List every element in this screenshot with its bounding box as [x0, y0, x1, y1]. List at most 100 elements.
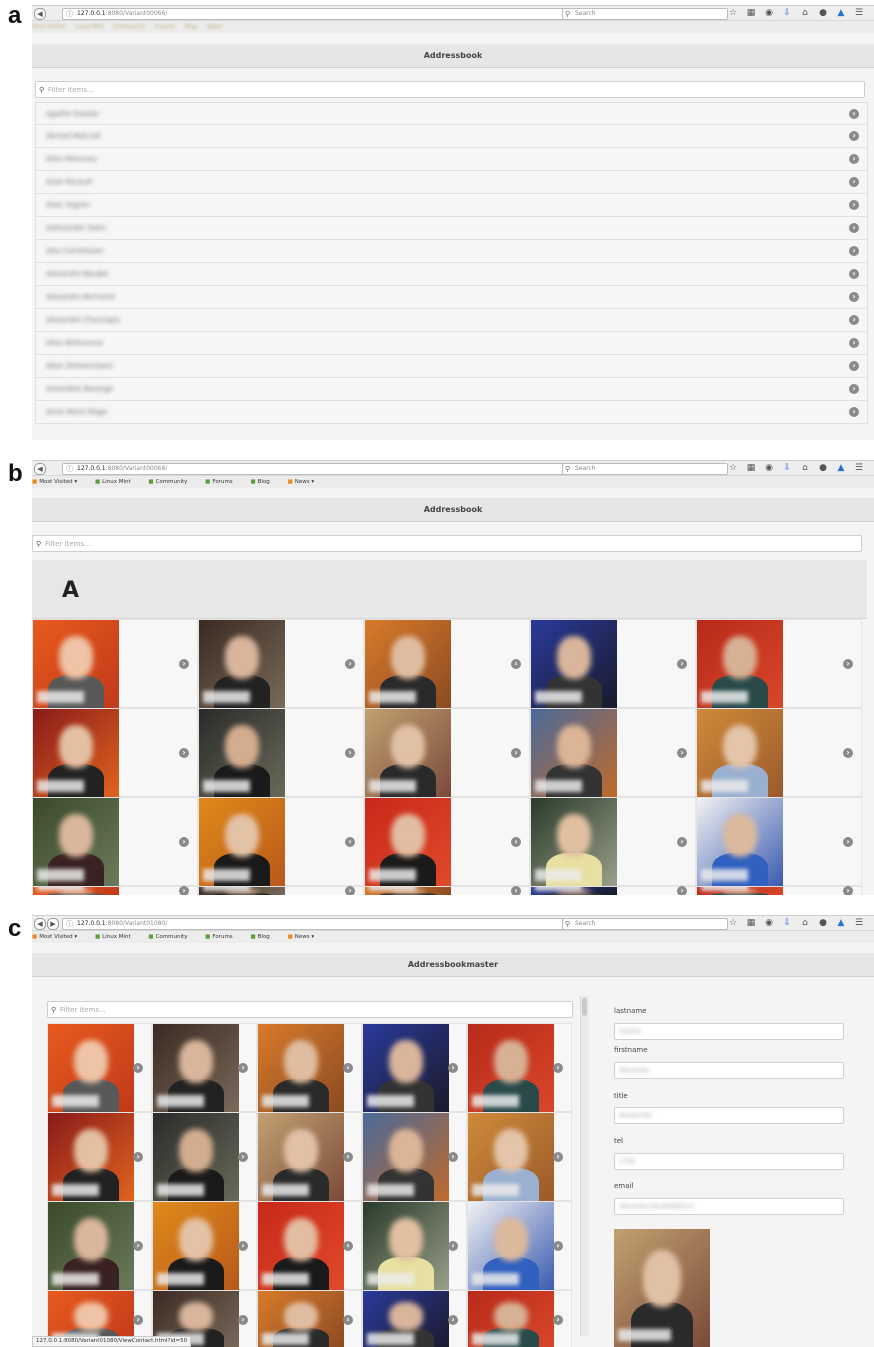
contact-card[interactable]: › — [198, 619, 364, 709]
sync-icon[interactable]: ▲ — [832, 462, 850, 474]
chevron-right-circle-icon[interactable]: › — [677, 886, 687, 895]
scrollbar[interactable] — [580, 996, 589, 1336]
chat-icon[interactable]: ● — [814, 917, 832, 929]
contact-card[interactable]: › — [696, 886, 862, 895]
chevron-right-circle-icon[interactable]: › — [849, 246, 859, 256]
bookmark-forums[interactable]: ■ Forums — [205, 934, 241, 940]
contact-card[interactable]: › — [32, 886, 198, 895]
chevron-right-circle-icon[interactable]: › — [849, 384, 859, 394]
contact-card[interactable]: › — [47, 1201, 152, 1291]
bookmark-item[interactable]: News — [207, 24, 222, 30]
bookmark-most-visited[interactable]: ■ Most Visited ▾ — [32, 934, 85, 940]
download-icon[interactable]: ⇩ — [778, 7, 796, 19]
chevron-right-circle-icon[interactable]: › — [133, 1240, 143, 1251]
download-icon[interactable]: ⇩ — [778, 917, 796, 929]
list-item[interactable]: Alexandre Bertrand › — [35, 286, 868, 309]
chevron-right-circle-icon[interactable]: › — [179, 836, 189, 847]
chevron-right-circle-icon[interactable]: › — [345, 747, 355, 758]
chevron-right-circle-icon[interactable]: › — [849, 407, 859, 417]
contact-card[interactable]: › — [257, 1201, 362, 1291]
search-box[interactable]: ⚲ Search — [562, 463, 728, 475]
contact-card[interactable]: › — [257, 1023, 362, 1113]
chevron-right-circle-icon[interactable]: › — [677, 836, 687, 847]
chevron-right-circle-icon[interactable]: › — [849, 315, 859, 325]
contact-card[interactable]: › — [362, 1201, 467, 1291]
contact-card[interactable]: › — [257, 1290, 362, 1347]
list-item[interactable]: Alexandre Chauviges › — [35, 309, 868, 332]
filter-input[interactable]: ⚲ Filter items... — [35, 81, 865, 98]
sync-icon[interactable]: ▲ — [832, 917, 850, 929]
chevron-right-circle-icon[interactable]: › — [345, 886, 355, 895]
tel-field[interactable]: 2728 — [614, 1153, 844, 1170]
contact-card[interactable]: › — [364, 619, 530, 709]
email-field[interactable]: alexandre.baudet@list.lu — [614, 1198, 844, 1215]
chevron-right-circle-icon[interactable]: › — [238, 1315, 248, 1325]
contact-card[interactable]: › — [364, 886, 530, 895]
contact-card[interactable]: › — [467, 1112, 572, 1202]
chevron-right-circle-icon[interactable]: › — [345, 658, 355, 669]
chevron-right-circle-icon[interactable]: › — [511, 836, 521, 847]
bookmark-community[interactable]: ■ Community — [148, 934, 195, 940]
chevron-right-circle-icon[interactable]: › — [511, 886, 521, 895]
contact-card[interactable]: › — [47, 1023, 152, 1113]
contact-card[interactable]: › — [198, 886, 364, 895]
chevron-right-circle-icon[interactable]: › — [343, 1151, 353, 1162]
contact-card[interactable]: › — [467, 1201, 572, 1291]
title-field[interactable]: Researcher — [614, 1107, 844, 1124]
filter-input[interactable]: ⚲ Filter items... — [47, 1001, 573, 1018]
chevron-right-circle-icon[interactable]: › — [448, 1151, 458, 1162]
chevron-right-circle-icon[interactable]: › — [849, 338, 859, 348]
chevron-right-circle-icon[interactable]: › — [343, 1315, 353, 1325]
clipboard-icon[interactable]: ▦ — [742, 917, 760, 929]
sync-icon[interactable]: ▲ — [832, 7, 850, 19]
back-arrow-icon[interactable]: ◀ — [34, 8, 46, 20]
bookmark-item[interactable]: Most Visited — [32, 24, 65, 30]
url-bar[interactable]: ⓘ 127.0.0.1:8080/Variant00068/ ▾ ↻ — [62, 463, 604, 475]
chevron-right-circle-icon[interactable]: › — [345, 836, 355, 847]
home-icon[interactable]: ⌂ — [796, 7, 814, 19]
contact-card[interactable]: › — [364, 797, 530, 887]
url-bar[interactable]: ⓘ 127.0.0.1:8080/Variant01080/ ▾ ↻ — [62, 918, 604, 930]
contact-card[interactable]: › — [364, 708, 530, 798]
list-item[interactable]: Alain Monceau › — [35, 148, 868, 171]
home-icon[interactable]: ⌂ — [796, 462, 814, 474]
contact-card[interactable]: › — [32, 619, 198, 709]
list-item[interactable]: Allan Belounova › — [35, 332, 868, 355]
chevron-right-circle-icon[interactable]: › — [553, 1315, 563, 1325]
chevron-right-circle-icon[interactable]: › — [343, 1062, 353, 1073]
hamburger-menu-icon[interactable]: ☰ — [850, 917, 868, 929]
contact-card[interactable]: › — [362, 1290, 467, 1347]
list-item[interactable]: Anne Marie Mage › — [35, 401, 868, 424]
chevron-right-circle-icon[interactable]: › — [238, 1062, 248, 1073]
chevron-right-circle-icon[interactable]: › — [511, 658, 521, 669]
chevron-right-circle-icon[interactable]: › — [448, 1240, 458, 1251]
hamburger-menu-icon[interactable]: ☰ — [850, 462, 868, 474]
contact-card[interactable]: › — [32, 708, 198, 798]
bookmark-blog[interactable]: ■ Blog — [250, 479, 277, 485]
chevron-right-circle-icon[interactable]: › — [843, 886, 853, 895]
contact-card[interactable]: › — [530, 797, 696, 887]
chevron-right-circle-icon[interactable]: › — [133, 1315, 143, 1325]
contact-card[interactable]: › — [32, 797, 198, 887]
chevron-right-circle-icon[interactable]: › — [849, 361, 859, 371]
chevron-right-circle-icon[interactable]: › — [849, 131, 859, 141]
bookmark-linux-mint[interactable]: ■ Linux Mint — [95, 479, 139, 485]
pocket-icon[interactable]: ◉ — [760, 7, 778, 19]
star-icon[interactable]: ☆ — [724, 462, 742, 474]
chevron-right-circle-icon[interactable]: › — [238, 1240, 248, 1251]
back-arrow-icon[interactable]: ◀ — [34, 463, 46, 475]
chevron-right-circle-icon[interactable]: › — [179, 747, 189, 758]
chevron-right-circle-icon[interactable]: › — [849, 154, 859, 164]
filter-input[interactable]: ⚲ Filter items... — [32, 535, 862, 552]
contact-card[interactable]: › — [362, 1112, 467, 1202]
bookmark-news[interactable]: ■ News ▾ — [288, 934, 323, 940]
chevron-right-circle-icon[interactable]: › — [843, 747, 853, 758]
pocket-icon[interactable]: ◉ — [760, 462, 778, 474]
lastname-field[interactable]: Gautier — [614, 1023, 844, 1040]
list-item[interactable]: Akmad Malcrait › — [35, 125, 868, 148]
bookmark-forums[interactable]: ■ Forums — [205, 479, 241, 485]
scrollbar-thumb[interactable] — [582, 998, 587, 1016]
contact-card[interactable]: › — [467, 1290, 572, 1347]
contact-card[interactable]: › — [152, 1201, 257, 1291]
star-icon[interactable]: ☆ — [724, 917, 742, 929]
